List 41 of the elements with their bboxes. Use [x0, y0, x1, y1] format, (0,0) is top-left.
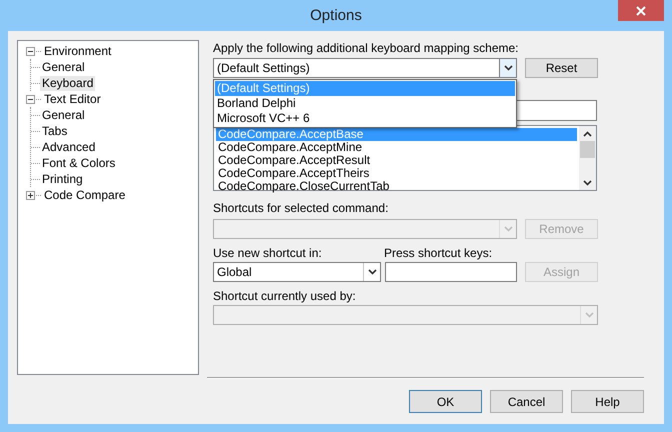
scheme-label: Apply the following additional keyboard mapping scheme: — [213, 41, 520, 56]
shortcuts-label: Shortcuts for selected command: — [213, 201, 390, 216]
dialog-button[interactable]: Help — [571, 390, 644, 413]
expand-icon[interactable] — [26, 190, 35, 200]
tree-item[interactable]: Printing — [40, 172, 85, 186]
tree-item[interactable]: Environment — [42, 44, 114, 58]
keys-label: Press shortcut keys: — [384, 246, 492, 261]
chevron-down-icon — [584, 312, 594, 318]
dialog-button[interactable]: OK — [409, 390, 482, 413]
reset-button[interactable]: Reset — [525, 58, 598, 78]
close-icon — [636, 6, 646, 16]
scheme-option[interactable]: Borland Delphi — [215, 96, 515, 111]
command-item[interactable]: CodeCompare.AcceptMine — [216, 141, 577, 154]
tree-item[interactable]: General — [40, 60, 87, 74]
collapse-icon[interactable] — [26, 94, 35, 104]
command-item[interactable]: CodeCompare.AcceptTheirs — [216, 167, 577, 180]
tree-item[interactable]: Code Compare — [42, 188, 128, 202]
command-item[interactable]: CodeCompare.CloseCurrentTab — [216, 180, 577, 193]
chevron-down-icon — [504, 65, 512, 71]
shortcut-keys-field[interactable] — [385, 262, 517, 282]
close-button[interactable] — [618, 0, 664, 21]
chevron-down-icon — [583, 180, 592, 186]
chevron-up-icon — [583, 130, 592, 136]
scrollbar[interactable] — [579, 126, 596, 190]
dialog-button[interactable]: Cancel — [490, 390, 563, 413]
tree-item[interactable]: Tabs — [40, 124, 70, 138]
use-in-dropdown[interactable]: Global — [213, 262, 381, 282]
chevron-down-icon — [504, 226, 512, 232]
tree-item[interactable]: Keyboard — [40, 76, 96, 90]
window-title: Options — [310, 7, 362, 24]
command-item[interactable]: CodeCompare.AcceptResult — [216, 154, 577, 167]
tree-item[interactable]: Font & Colors — [40, 156, 118, 170]
tree-item[interactable]: Advanced — [40, 140, 98, 154]
tree-item[interactable]: General — [40, 108, 87, 122]
scheme-option[interactable]: Microsoft VC++ 6 — [215, 111, 515, 126]
used-by-label: Shortcut currently used by: — [213, 289, 357, 304]
chevron-down-icon — [368, 269, 376, 275]
tree-item[interactable]: Text Editor — [42, 92, 103, 106]
collapse-icon[interactable] — [26, 46, 35, 56]
use-in-label: Use new shortcut in: — [213, 246, 323, 261]
scheme-dropdown[interactable]: (Default Settings) — [213, 58, 517, 78]
